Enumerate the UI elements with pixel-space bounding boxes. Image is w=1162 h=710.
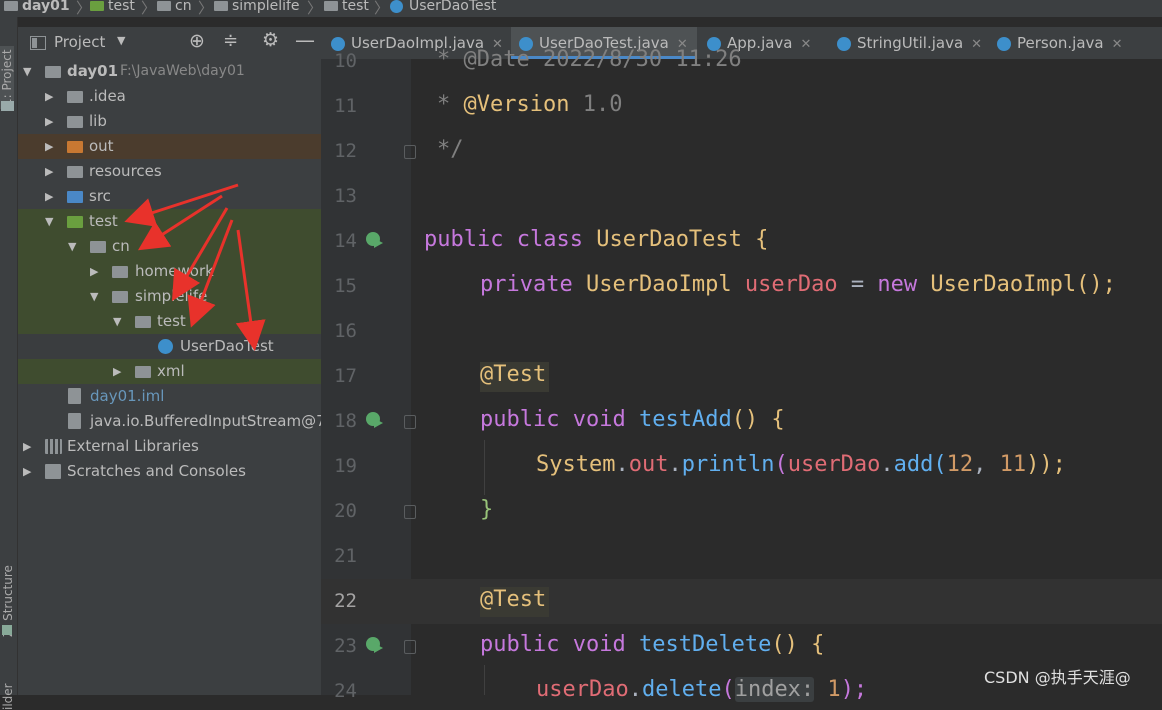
tab-person[interactable]: Person.java ✕ xyxy=(987,27,1137,59)
run-test-icon[interactable] xyxy=(366,412,383,428)
code-line-14: public class UserDaoTest { xyxy=(424,227,769,252)
code-line-15: private UserDaoImpl userDao = new UserDa… xyxy=(480,272,1116,297)
run-test-icon[interactable] xyxy=(366,232,383,248)
indent-guide xyxy=(484,440,485,495)
fold-icon[interactable] xyxy=(404,145,416,159)
java-class-icon xyxy=(331,36,345,51)
code-line-11: * @Version 1.0 xyxy=(437,92,623,117)
fold-icon[interactable] xyxy=(404,640,416,654)
java-class-icon xyxy=(837,36,851,51)
code-line-17: @Test xyxy=(480,362,547,387)
parameter-hint: index: xyxy=(734,677,815,702)
indent-guide xyxy=(484,665,485,695)
fold-icon[interactable] xyxy=(404,415,416,429)
line-number: 22 xyxy=(334,590,357,612)
line-number: 16 xyxy=(334,320,357,342)
fold-icon[interactable] xyxy=(404,505,416,519)
code-line-19: System.out.println(userDao.add(12, 11)); xyxy=(536,452,1066,477)
line-number: 21 xyxy=(334,545,357,567)
line-number: 10 xyxy=(334,50,357,72)
line-number: 14 xyxy=(334,230,357,252)
code-line-10: * @Date 2022/8/30 11:26 xyxy=(437,47,742,72)
java-class-icon xyxy=(997,36,1011,51)
watermark: CSDN @执手天涯@ xyxy=(984,668,1131,687)
tab-stringutil[interactable]: StringUtil.java ✕ xyxy=(829,27,993,59)
current-line-highlight xyxy=(321,579,1162,624)
code-line-20: } xyxy=(480,497,494,522)
code-line-24: userDao.delete(index: 1); xyxy=(536,677,868,702)
line-number: 11 xyxy=(334,95,357,117)
line-number: 19 xyxy=(334,455,357,477)
line-number: 15 xyxy=(334,275,357,297)
line-number: 17 xyxy=(334,365,357,387)
line-number: 12 xyxy=(334,140,357,162)
line-number: 24 xyxy=(334,680,357,702)
line-number: 23 xyxy=(334,635,357,657)
line-number: 13 xyxy=(334,185,357,207)
annotation-arrow xyxy=(235,229,266,351)
code-line-22: @Test xyxy=(480,587,547,612)
line-number: 18 xyxy=(334,410,357,432)
line-number: 20 xyxy=(334,500,357,522)
run-test-icon[interactable] xyxy=(366,637,383,653)
code-line-12: */ xyxy=(437,137,464,162)
close-icon[interactable]: ✕ xyxy=(1112,37,1123,52)
close-icon[interactable]: ✕ xyxy=(801,37,812,52)
code-line-18: public void testAdd() { xyxy=(480,407,785,432)
code-line-23: public void testDelete() { xyxy=(480,632,825,657)
close-icon[interactable]: ✕ xyxy=(971,37,982,52)
